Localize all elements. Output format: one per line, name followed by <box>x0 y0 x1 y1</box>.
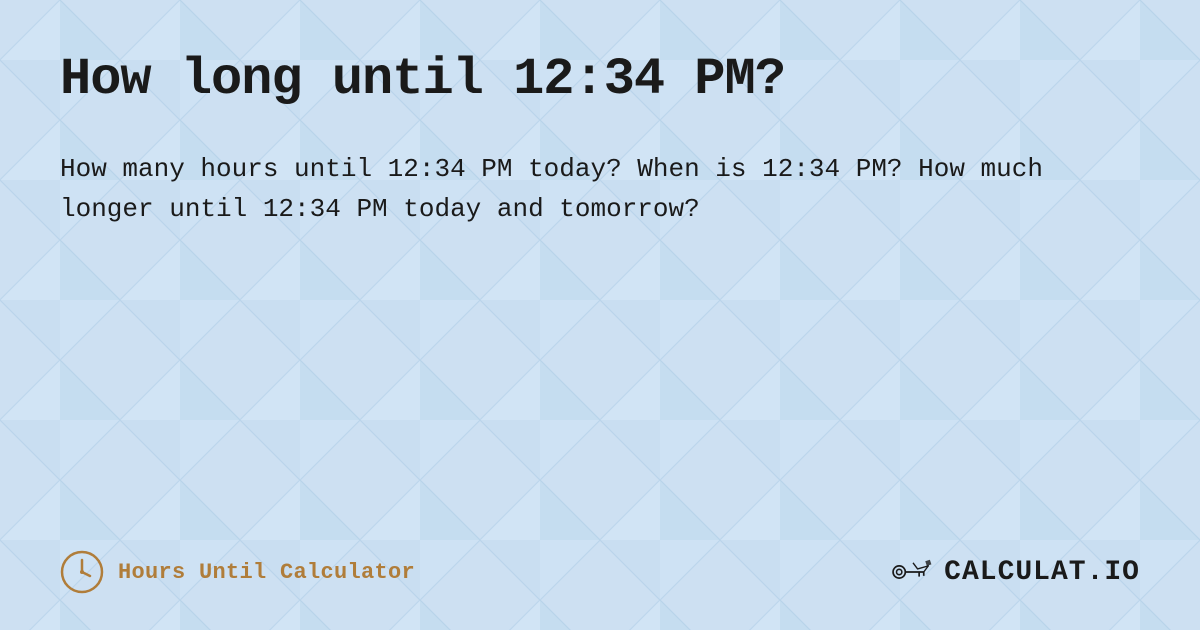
page-title: How long until 12:34 PM? <box>60 50 1140 109</box>
page-description: How many hours until 12:34 PM today? Whe… <box>60 149 1110 230</box>
main-content: How long until 12:34 PM? How many hours … <box>0 0 1200 630</box>
